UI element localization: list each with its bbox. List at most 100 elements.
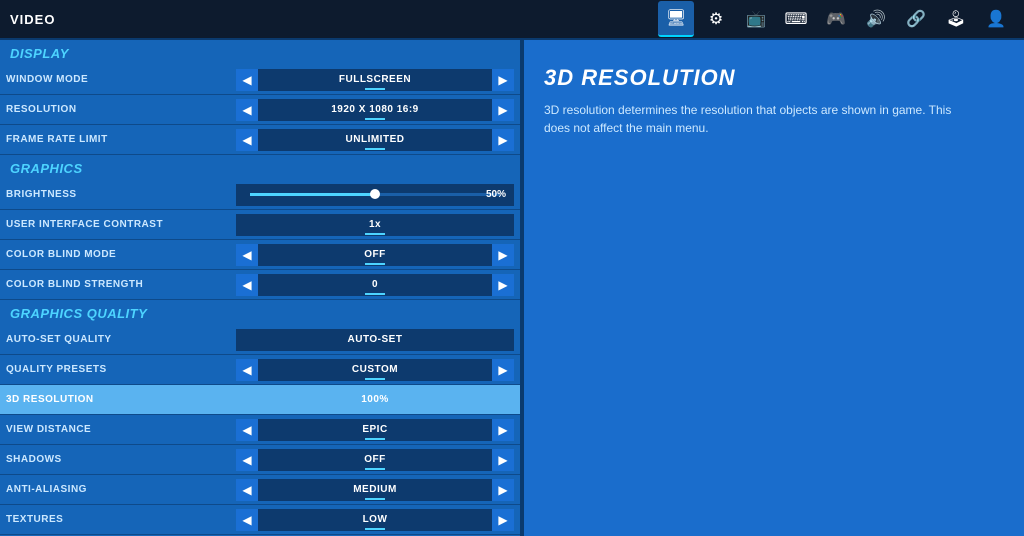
slider-track-brightness: [250, 193, 500, 196]
arrow-control-colorblind-mode: ◀ OFF ▶: [236, 244, 514, 266]
arrow-left-textures[interactable]: ◀: [236, 509, 258, 531]
value-anti-aliasing: MEDIUM: [258, 479, 492, 501]
arrow-right-frame-rate[interactable]: ▶: [492, 129, 514, 151]
value-quality-presets: CUSTOM: [258, 359, 492, 381]
setting-row-colorblind-mode: COLOR BLIND MODE ◀ OFF ▶: [0, 240, 520, 270]
label-ui-contrast: USER INTERFACE CONTRAST: [6, 219, 236, 230]
indicator-frame-rate: [365, 148, 385, 150]
nav-icon-gear[interactable]: ⚙: [698, 1, 734, 37]
nav-icon-user[interactable]: 👤: [978, 1, 1014, 37]
label-resolution: RESOLUTION: [6, 104, 236, 115]
arrow-control-window-mode: ◀ FULLSCREEN ▶: [236, 69, 514, 91]
arrow-control-frame-rate: ◀ UNLIMITED ▶: [236, 129, 514, 151]
arrow-left-view-distance[interactable]: ◀: [236, 419, 258, 441]
arrow-right-shadows[interactable]: ▶: [492, 449, 514, 471]
indicator-shadows: [365, 468, 385, 470]
arrow-control-colorblind-strength: ◀ 0 ▶: [236, 274, 514, 296]
label-autoset-quality: AUTO-SET QUALITY: [6, 334, 236, 345]
nav-icon-controller[interactable]: 🎮: [818, 1, 854, 37]
value-autoset-quality[interactable]: AUTO-SET: [236, 329, 514, 351]
nav-icon-gamepad[interactable]: 🕹: [938, 1, 974, 37]
arrow-left-frame-rate[interactable]: ◀: [236, 129, 258, 151]
left-panel: DISPLAY WINDOW MODE ◀ FULLSCREEN ▶ RESOL…: [0, 40, 520, 536]
control-ui-contrast: 1x: [236, 214, 514, 236]
nav-title: VIDEO: [10, 12, 55, 27]
top-nav: VIDEO 🖥 ⚙ 📺 ⌨ 🎮 🔊 🔗 🕹 👤: [0, 0, 1024, 40]
value-brightness: 50%: [486, 189, 506, 200]
setting-row-frame-rate: FRAME RATE LIMIT ◀ UNLIMITED ▶: [0, 125, 520, 155]
value-ui-contrast: 1x: [236, 214, 514, 236]
setting-row-brightness: BRIGHTNESS 50%: [0, 180, 520, 210]
main-layout: DISPLAY WINDOW MODE ◀ FULLSCREEN ▶ RESOL…: [0, 40, 1024, 536]
control-window-mode: ◀ FULLSCREEN ▶: [236, 69, 514, 91]
setting-row-autoset-quality: AUTO-SET QUALITY AUTO-SET: [0, 325, 520, 355]
control-colorblind-strength: ◀ 0 ▶: [236, 274, 514, 296]
value-textures: LOW: [258, 509, 492, 531]
control-colorblind-mode: ◀ OFF ▶: [236, 244, 514, 266]
control-quality-presets: ◀ CUSTOM ▶: [236, 359, 514, 381]
setting-row-textures: TEXTURES ◀ LOW ▶: [0, 505, 520, 535]
control-textures: ◀ LOW ▶: [236, 509, 514, 531]
section-header-graphics-quality: GRAPHICS QUALITY: [0, 300, 520, 325]
arrow-left-colorblind-mode[interactable]: ◀: [236, 244, 258, 266]
info-title: 3D RESOLUTION: [544, 65, 1004, 91]
indicator-resolution: [365, 118, 385, 120]
nav-icon-display[interactable]: 📺: [738, 1, 774, 37]
value-window-mode: FULLSCREEN: [258, 69, 492, 91]
label-anti-aliasing: ANTI-ALIASING: [6, 484, 236, 495]
arrow-left-colorblind-strength[interactable]: ◀: [236, 274, 258, 296]
setting-row-ui-contrast: USER INTERFACE CONTRAST 1x: [0, 210, 520, 240]
control-anti-aliasing: ◀ MEDIUM ▶: [236, 479, 514, 501]
nav-icon-keyboard[interactable]: ⌨: [778, 1, 814, 37]
nav-icon-network[interactable]: 🔗: [898, 1, 934, 37]
indicator-view-distance: [365, 438, 385, 440]
nav-icon-monitor[interactable]: 🖥: [658, 1, 694, 37]
arrow-right-resolution[interactable]: ▶: [492, 99, 514, 121]
setting-row-window-mode: WINDOW MODE ◀ FULLSCREEN ▶: [0, 65, 520, 95]
arrow-left-quality-presets[interactable]: ◀: [236, 359, 258, 381]
value-view-distance: EPIC: [258, 419, 492, 441]
value-resolution: 1920 X 1080 16:9: [258, 99, 492, 121]
label-shadows: SHADOWS: [6, 454, 236, 465]
setting-row-resolution: RESOLUTION ◀ 1920 X 1080 16:9 ▶: [0, 95, 520, 125]
value-3d-resolution: 100%: [236, 389, 514, 411]
value-colorblind-mode: OFF: [258, 244, 492, 266]
slider-brightness[interactable]: 50%: [236, 184, 514, 206]
right-panel: 3D RESOLUTION 3D resolution determines t…: [524, 40, 1024, 536]
arrow-right-textures[interactable]: ▶: [492, 509, 514, 531]
arrow-left-window-mode[interactable]: ◀: [236, 69, 258, 91]
section-header-graphics: GRAPHICS: [0, 155, 520, 180]
arrow-left-anti-aliasing[interactable]: ◀: [236, 479, 258, 501]
indicator-textures: [365, 528, 385, 530]
slider-fill-brightness: [250, 193, 375, 196]
arrow-right-view-distance[interactable]: ▶: [492, 419, 514, 441]
indicator-quality-presets: [365, 378, 385, 380]
indicator-colorblind-strength: [365, 293, 385, 295]
arrow-control-shadows: ◀ OFF ▶: [236, 449, 514, 471]
arrow-right-quality-presets[interactable]: ▶: [492, 359, 514, 381]
label-colorblind-strength: COLOR BLIND STRENGTH: [6, 279, 236, 290]
indicator-colorblind-mode: [365, 263, 385, 265]
control-resolution: ◀ 1920 X 1080 16:9 ▶: [236, 99, 514, 121]
nav-icons: 🖥 ⚙ 📺 ⌨ 🎮 🔊 🔗 🕹 👤: [658, 1, 1014, 37]
control-view-distance: ◀ EPIC ▶: [236, 419, 514, 441]
arrow-right-window-mode[interactable]: ▶: [492, 69, 514, 91]
control-brightness: 50%: [236, 184, 514, 206]
nav-icon-speaker[interactable]: 🔊: [858, 1, 894, 37]
slider-thumb-brightness: [370, 189, 380, 199]
arrow-control-view-distance: ◀ EPIC ▶: [236, 419, 514, 441]
setting-row-3d-resolution[interactable]: 3D RESOLUTION 100%: [0, 385, 520, 415]
label-colorblind-mode: COLOR BLIND MODE: [6, 249, 236, 260]
arrow-right-colorblind-strength[interactable]: ▶: [492, 274, 514, 296]
arrow-control-quality-presets: ◀ CUSTOM ▶: [236, 359, 514, 381]
label-quality-presets: QUALITY PRESETS: [6, 364, 236, 375]
setting-row-shadows: SHADOWS ◀ OFF ▶: [0, 445, 520, 475]
control-3d-resolution: 100%: [236, 389, 514, 411]
setting-row-anti-aliasing: ANTI-ALIASING ◀ MEDIUM ▶: [0, 475, 520, 505]
arrow-right-anti-aliasing[interactable]: ▶: [492, 479, 514, 501]
control-frame-rate: ◀ UNLIMITED ▶: [236, 129, 514, 151]
arrow-left-shadows[interactable]: ◀: [236, 449, 258, 471]
label-view-distance: VIEW DISTANCE: [6, 424, 236, 435]
arrow-right-colorblind-mode[interactable]: ▶: [492, 244, 514, 266]
arrow-left-resolution[interactable]: ◀: [236, 99, 258, 121]
